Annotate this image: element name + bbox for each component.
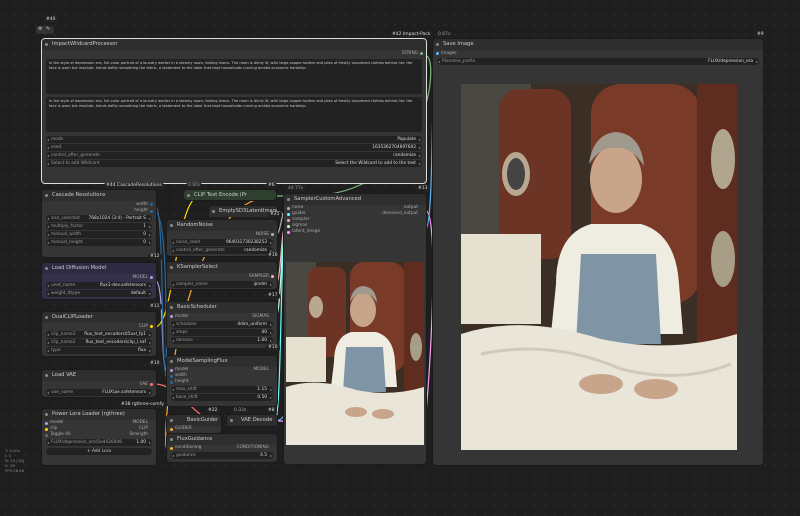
vae-name[interactable]: vae_nameFLUX\ae.safetensors: [46, 389, 152, 396]
node-title[interactable]: RandomNoise: [167, 220, 277, 231]
input-images[interactable]: images: [433, 50, 763, 57]
basic-scheduler-node[interactable]: BasicScheduler modelSIGMAS schedulerddim…: [166, 301, 278, 349]
load-vae-node[interactable]: Load VAE VAE vae_nameFLUX\ae.safetensors: [41, 369, 157, 398]
node-title[interactable]: SamplerCustomAdvanced: [284, 194, 426, 205]
node-title[interactable]: BasicScheduler: [167, 302, 277, 313]
steps[interactable]: steps40: [171, 329, 273, 336]
laundry-worker-image: [461, 84, 737, 450]
sampler-adv-time: 44.77s: [286, 186, 306, 192]
node-title[interactable]: ImpactWildcardProcessor: [42, 39, 426, 50]
random-noise-node[interactable]: RandomNoise NOISE noise_seed964031730238…: [166, 219, 278, 257]
base-shift[interactable]: base_shift0.50: [171, 394, 273, 401]
noise-control[interactable]: control_after_generaterandomize: [171, 247, 273, 254]
clip-text-encode-node[interactable]: CLIP Text Encode (Pr: [183, 189, 277, 201]
empty-latent-id: #25: [268, 212, 282, 218]
flux-guidance-node[interactable]: FluxGuidance conditioningCONDITIONING gu…: [166, 433, 278, 463]
multiply-factor[interactable]: multiply_factor1: [46, 223, 152, 230]
group-id: #40: [44, 17, 58, 23]
output-noise[interactable]: NOISE: [167, 231, 277, 238]
node-title[interactable]: EmptySD3LatentImage: [209, 206, 277, 217]
output-sampler[interactable]: SAMPLER: [167, 273, 277, 280]
wildcard-select[interactable]: Select to add WildcardSelect the Wildcar…: [46, 160, 422, 167]
lora-row[interactable]: FLUX\depression_era\5ed4266d9.1.00: [46, 439, 152, 446]
add-lora-button[interactable]: + Add Lora: [46, 448, 152, 455]
node-title[interactable]: DualCLIPLoader: [42, 312, 156, 323]
output-height[interactable]: height: [42, 208, 156, 214]
node-title[interactable]: VAE Decode: [227, 415, 277, 426]
input-conditioning[interactable]: GUIDER: [167, 426, 221, 432]
input-height[interactable]: height: [167, 379, 277, 385]
output-clip[interactable]: CLIP: [42, 323, 156, 330]
output-string[interactable]: STRING: [42, 50, 426, 57]
node-title[interactable]: BasicGuider: [167, 415, 221, 426]
node-title[interactable]: Load VAE: [42, 370, 156, 381]
stat-fps: FPS:38.46: [5, 468, 25, 473]
settings-icon[interactable]: ⚙: [38, 26, 42, 32]
sampler-name[interactable]: sampler_nameipndm: [171, 281, 273, 288]
dual-clip-loader-node[interactable]: DualCLIPLoader CLIP clip_name1flux_text_…: [41, 311, 157, 357]
input-model[interactable]: model SIGMAS: [167, 313, 277, 320]
edit-icon[interactable]: ✎: [46, 26, 50, 32]
load-diffusion-model-node[interactable]: Load Diffusion Model MODEL unet_nameflux…: [41, 262, 157, 300]
model-sampling-flux-node[interactable]: ModelSamplingFlux model MODEL width heigh…: [166, 355, 278, 407]
unet-name[interactable]: unet_nameflux1-dev.safetensors: [46, 282, 152, 289]
node-title[interactable]: CLIP Text Encode (Pr: [184, 190, 276, 201]
scheduler[interactable]: schedulerddim_uniform: [171, 321, 273, 328]
node-title[interactable]: FluxGuidance: [167, 434, 277, 445]
node-title[interactable]: Power Lora Loader (rgthree): [42, 409, 156, 420]
clip-type[interactable]: typeflux: [46, 347, 152, 354]
node-title[interactable]: Load Diffusion Model: [42, 263, 156, 274]
node-title[interactable]: Cascade Resolutions: [42, 190, 156, 201]
ksampler-select-node[interactable]: KSamplerSelect SAMPLER sampler_nameipndm: [166, 261, 278, 290]
input-conditioning[interactable]: conditioning CONDITIONING: [167, 445, 277, 451]
seed-widget[interactable]: seed1635362704697602: [46, 144, 422, 151]
group-toolbar[interactable]: ⚙ ✎: [36, 26, 54, 34]
output-vae[interactable]: VAE: [42, 381, 156, 388]
load-diffusion-badge: #11: [148, 304, 162, 310]
cascade-resolutions-node[interactable]: Cascade Resolutions width height size_se…: [41, 189, 157, 258]
power-lora-loader-node[interactable]: Power Lora Loader (rgthree) model MODEL c…: [41, 408, 157, 466]
filename-prefix[interactable]: filename_prefixFLUX/depression_era: [437, 58, 759, 65]
guidance[interactable]: guidance4.5: [171, 452, 273, 459]
saved-image-preview[interactable]: [461, 84, 737, 450]
basic-scheduler-badge: #10: [266, 345, 280, 351]
output-model[interactable]: MODEL: [42, 274, 156, 281]
node-title[interactable]: ModelSamplingFlux: [167, 356, 277, 367]
cascade-badge: #12: [148, 254, 162, 260]
clip-name1[interactable]: clip_name1flux_text_encoders\t5xxl_fp1: [46, 331, 152, 338]
manual-width[interactable]: manual_width0: [46, 231, 152, 238]
denoise[interactable]: denoise1.00: [171, 337, 273, 344]
mode-toggle[interactable]: modePopulate: [46, 136, 422, 143]
sampler-adv-id: #13: [416, 186, 430, 192]
max-shift[interactable]: max_shift1.15: [171, 386, 273, 393]
output-width[interactable]: width: [42, 201, 156, 208]
sampler-preview-image[interactable]: [286, 262, 424, 445]
dual-clip-badge: #10: [148, 361, 162, 367]
size-selected[interactable]: size_selected768x1024 (3:4) - Portrait S: [46, 215, 152, 222]
wildcard-text[interactable]: In the style of depression era, full-col…: [46, 59, 422, 94]
vae-decode-node[interactable]: VAE Decode: [226, 414, 278, 427]
populated-text[interactable]: In the style of depression era, full-col…: [46, 97, 422, 132]
weight-dtype[interactable]: weight_dtypedefault: [46, 290, 152, 297]
impact-wildcard-node[interactable]: ImpactWildcardProcessor STRING In the st…: [41, 38, 427, 184]
node-title[interactable]: KSamplerSelect: [167, 262, 277, 273]
latent-preview-image: [286, 262, 424, 445]
ksampler-select-badge: #17: [266, 293, 280, 299]
control-after-generate[interactable]: control_after_generaterandomize: [46, 152, 422, 159]
basic-guider-node[interactable]: BasicGuider GUIDER: [166, 414, 222, 434]
input-latent-image[interactable]: latent_image: [284, 229, 426, 235]
random-noise-badge: #16: [266, 253, 280, 259]
noise-seed[interactable]: noise_seed964031730238253: [171, 239, 273, 246]
stats-panel: T: 0.00s I: 0 N: 24 [18] V: 28 FPS:38.46: [5, 448, 24, 473]
toggle-all[interactable]: Toggle All Strength: [42, 432, 156, 438]
clip-name2[interactable]: clip_name2flux_text_encoders\clip_l.saf: [46, 339, 152, 346]
manual-height[interactable]: manual_height0: [46, 239, 152, 246]
node-title[interactable]: Save Image: [433, 39, 763, 50]
